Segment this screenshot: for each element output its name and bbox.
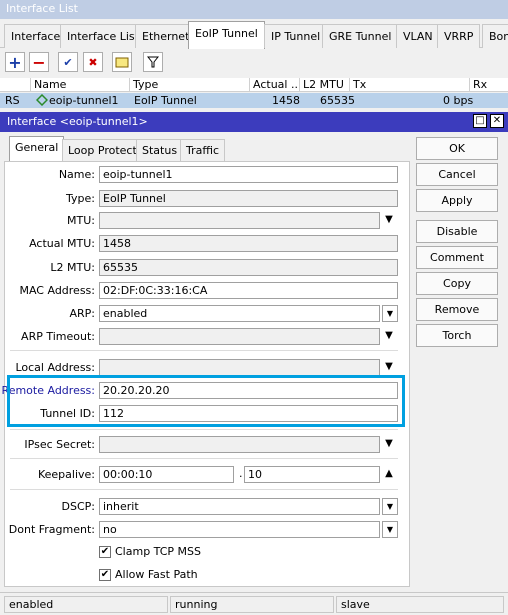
- dropdown-arrow-icon[interactable]: ▼: [383, 330, 395, 342]
- tab-gre-tunnel[interactable]: GRE Tunnel: [322, 24, 399, 48]
- comment-button[interactable]: Comment: [416, 246, 498, 269]
- tab-traffic[interactable]: Traffic: [180, 139, 226, 161]
- dropdown-arrow-icon[interactable]: ▼: [383, 438, 395, 450]
- tab-loop-protect[interactable]: Loop Protect: [62, 139, 143, 161]
- tab-interface-list[interactable]: Interface List: [60, 24, 146, 48]
- actual-mtu-field: 1458: [99, 235, 398, 252]
- dscp-label: DSCP:: [61, 500, 95, 513]
- column-type[interactable]: Type: [130, 78, 250, 92]
- mtu-label: MTU:: [67, 214, 95, 227]
- select-arrow-icon[interactable]: ▼: [382, 498, 398, 515]
- row-actual-mtu: 1458: [272, 94, 300, 107]
- tab-vlan[interactable]: VLAN: [396, 24, 440, 48]
- arp-select[interactable]: enabled: [99, 305, 380, 322]
- keepalive-label: Keepalive:: [37, 468, 95, 481]
- tab-interface[interactable]: Interface: [4, 24, 68, 48]
- mac-field[interactable]: 02:DF:0C:33:16:CA: [99, 282, 398, 299]
- dropdown-arrow-icon[interactable]: ▼: [383, 361, 395, 373]
- tab-strip: Interface Interface List Ethernet EoIP T…: [0, 19, 508, 49]
- type-field: EoIP Tunnel: [99, 190, 398, 207]
- dialog-title: Interface <eoip-tunnel1>: [7, 115, 148, 128]
- remove-icon[interactable]: −: [29, 52, 49, 72]
- row-l2mtu: 65535: [320, 94, 355, 107]
- status-bar: enabled running slave: [0, 592, 508, 615]
- local-address-label: Local Address:: [15, 361, 95, 374]
- status-slave: slave: [336, 596, 504, 613]
- arp-label: ARP:: [69, 307, 95, 320]
- remove-button[interactable]: Remove: [416, 298, 498, 321]
- tab-general[interactable]: General: [9, 136, 65, 162]
- column-tx[interactable]: Tx: [350, 78, 470, 92]
- dropdown-arrow-icon[interactable]: ▼: [383, 214, 395, 226]
- dont-fragment-label: Dont Fragment:: [8, 523, 95, 536]
- name-field[interactable]: eoip-tunnel1: [99, 166, 398, 183]
- highlight-box: [7, 375, 405, 427]
- separator: [10, 350, 398, 351]
- row-flags: RS: [5, 94, 20, 107]
- window-title: Interface List: [0, 0, 508, 19]
- ok-button[interactable]: OK: [416, 137, 498, 160]
- comment-icon[interactable]: [112, 52, 132, 72]
- column-rx[interactable]: Rx: [470, 78, 508, 92]
- mtu-field[interactable]: [99, 212, 380, 229]
- close-icon[interactable]: ✕: [490, 114, 504, 128]
- collapse-arrow-icon[interactable]: ▲: [383, 468, 395, 480]
- add-icon[interactable]: +: [5, 52, 25, 72]
- enable-icon[interactable]: ✔: [58, 52, 78, 72]
- column-l2mtu[interactable]: L2 MTU: [300, 78, 350, 92]
- tab-vrrp[interactable]: VRRP: [437, 24, 481, 48]
- l2mtu-field: 65535: [99, 259, 398, 276]
- mac-label: MAC Address:: [19, 284, 95, 297]
- filter-icon[interactable]: [143, 52, 163, 72]
- copy-button[interactable]: Copy: [416, 272, 498, 295]
- dont-fragment-select[interactable]: no: [99, 521, 380, 538]
- keepalive-dot: .: [239, 467, 243, 480]
- table-row[interactable]: RS eoip-tunnel1 EoIP Tunnel 1458 65535 0…: [0, 93, 508, 108]
- tab-eoip-tunnel[interactable]: EoIP Tunnel: [188, 21, 265, 49]
- dscp-select[interactable]: inherit: [99, 498, 380, 515]
- name-label: Name:: [58, 168, 95, 181]
- keepalive-retries-field[interactable]: 10: [244, 466, 380, 483]
- row-tx: 0 bps: [443, 94, 474, 107]
- actual-mtu-label: Actual MTU:: [29, 237, 95, 250]
- arp-timeout-label: ARP Timeout:: [21, 330, 95, 343]
- row-type: EoIP Tunnel: [134, 94, 197, 107]
- disable-button[interactable]: Disable: [416, 220, 498, 243]
- allow-fast-path-label: Allow Fast Path: [115, 568, 198, 581]
- maximize-icon[interactable]: □: [473, 114, 487, 128]
- cancel-button[interactable]: Cancel: [416, 163, 498, 186]
- apply-button[interactable]: Apply: [416, 189, 498, 212]
- list-header: Name Type Actual ... L2 MTU Tx Rx: [0, 78, 508, 92]
- separator: [10, 429, 398, 430]
- separator: [10, 458, 398, 459]
- ipsec-secret-field[interactable]: [99, 436, 380, 453]
- status-running: running: [170, 596, 334, 613]
- tab-status[interactable]: Status: [136, 139, 184, 161]
- status-enabled: enabled: [4, 596, 168, 613]
- toolbar: + − ✔ ✖: [0, 49, 508, 76]
- row-name: eoip-tunnel1: [49, 94, 119, 107]
- allow-fast-path-checkbox[interactable]: ✔: [99, 569, 111, 581]
- select-arrow-icon[interactable]: ▼: [382, 521, 398, 538]
- separator: [10, 489, 398, 490]
- clamp-tcp-mss-checkbox[interactable]: ✔: [99, 546, 111, 558]
- torch-button[interactable]: Torch: [416, 324, 498, 347]
- keepalive-interval-field[interactable]: 00:00:10: [99, 466, 234, 483]
- local-address-field[interactable]: [99, 359, 380, 376]
- column-actual-mtu[interactable]: Actual ...: [250, 78, 300, 92]
- type-label: Type:: [66, 192, 95, 205]
- dialog-title-bar[interactable]: Interface <eoip-tunnel1> □ ✕: [0, 112, 508, 132]
- disable-icon[interactable]: ✖: [83, 52, 103, 72]
- ipsec-secret-label: IPsec Secret:: [24, 438, 95, 451]
- column-name[interactable]: Name: [31, 78, 130, 92]
- tab-ip-tunnel[interactable]: IP Tunnel: [264, 24, 328, 48]
- clamp-tcp-mss-label: Clamp TCP MSS: [115, 545, 202, 558]
- select-arrow-icon[interactable]: ▼: [382, 305, 398, 322]
- tab-bond[interactable]: Bond: [482, 24, 508, 48]
- arp-timeout-field[interactable]: [99, 328, 380, 345]
- l2mtu-label: L2 MTU:: [50, 261, 95, 274]
